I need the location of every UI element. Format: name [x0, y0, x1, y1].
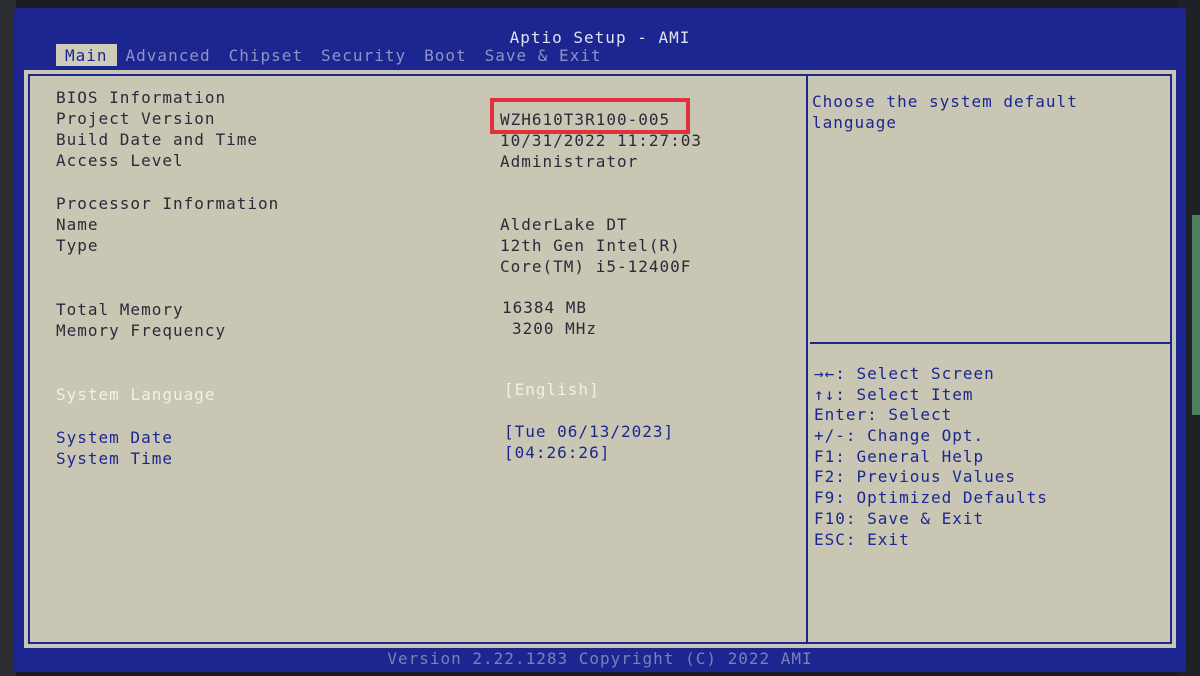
- key-help-f2: F2: Previous Values: [814, 467, 1017, 487]
- help-text-line2: language: [812, 113, 898, 132]
- processor-type-value-line2: Core(TM) i5-12400F: [500, 257, 692, 276]
- key-help-list: →←: Select Screen ↑↓: Select Item Enter:…: [814, 364, 1048, 550]
- key-help-select-screen: →←: Select Screen: [814, 364, 995, 383]
- tab-save-exit[interactable]: Save & Exit: [476, 44, 611, 66]
- project-version-label: Project Version: [56, 109, 216, 128]
- memory-frequency-label: Memory Frequency: [56, 321, 227, 340]
- processor-type-value-line1: 12th Gen Intel(R): [500, 236, 681, 255]
- system-date-value[interactable]: [Tue 06/13/2023]: [504, 422, 674, 441]
- build-date-label: Build Date and Time: [56, 130, 259, 149]
- build-date-value: 10/31/2022 11:27:03: [500, 131, 703, 150]
- tab-main[interactable]: Main: [56, 44, 117, 66]
- main-panel: BIOS Information Project Version Build D…: [24, 70, 1176, 648]
- version-footer: Version 2.22.1283 Copyright (C) 2022 AMI: [387, 649, 813, 668]
- processor-type-label: Type: [56, 236, 99, 255]
- system-language-value[interactable]: [English]: [504, 380, 600, 399]
- system-language-label[interactable]: System Language: [56, 385, 216, 404]
- tab-boot[interactable]: Boot: [415, 44, 476, 66]
- key-help-f10: F10: Save & Exit: [814, 508, 985, 528]
- annotation-highlight-box: [490, 98, 690, 134]
- key-help-esc: ESC: Exit: [814, 529, 910, 549]
- tab-bar: Main Advanced Chipset Security Boot Save…: [56, 44, 611, 66]
- help-divider: [810, 342, 1170, 344]
- total-memory-label: Total Memory: [56, 300, 184, 319]
- system-date-label[interactable]: System Date: [56, 428, 173, 447]
- tab-security[interactable]: Security: [312, 44, 415, 66]
- access-level-label: Access Level: [56, 151, 184, 170]
- tab-chipset[interactable]: Chipset: [220, 44, 312, 66]
- key-help-enter: Enter: Select: [814, 405, 953, 425]
- bios-screen: Aptio Setup - AMI Main Advanced Chipset …: [14, 8, 1186, 672]
- key-help-f1: F1: General Help: [814, 446, 985, 466]
- key-help-change-opt: +/-: Change Opt.: [814, 426, 985, 446]
- memory-frequency-value: 3200 MHz: [512, 319, 598, 338]
- key-help-f9: F9: Optimized Defaults: [814, 488, 1048, 508]
- background-object: [1192, 215, 1200, 415]
- system-time-label[interactable]: System Time: [56, 449, 173, 468]
- total-memory-value: 16384 MB: [502, 298, 588, 317]
- pane-divider: [806, 74, 808, 644]
- processor-name-label: Name: [56, 215, 99, 234]
- key-help-select-item: ↑↓: Select Item: [814, 384, 974, 404]
- bios-info-heading: BIOS Information: [56, 88, 227, 107]
- processor-info-heading: Processor Information: [56, 194, 280, 213]
- system-time-value[interactable]: [04:26:26]: [504, 443, 610, 462]
- tab-advanced[interactable]: Advanced: [117, 44, 220, 66]
- help-text-line1: Choose the system default: [812, 92, 1078, 111]
- access-level-value: Administrator: [500, 152, 639, 171]
- processor-name-value: AlderLake DT: [500, 215, 628, 234]
